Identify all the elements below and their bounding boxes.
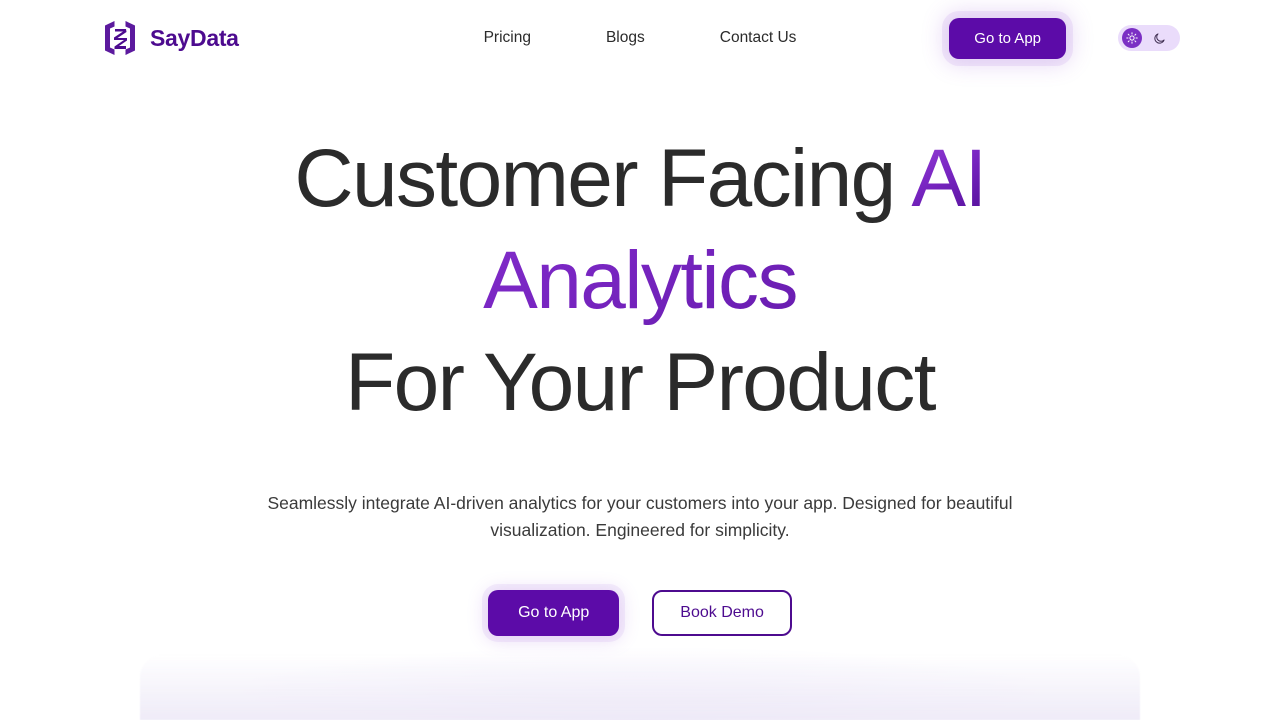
headline-accent-ai: AI <box>911 133 987 224</box>
headline-line-3: For Your Product <box>345 337 936 428</box>
hero-bottom-panel <box>140 655 1140 720</box>
hero-book-demo-button[interactable]: Book Demo <box>652 590 792 636</box>
headline-line-1-plain: Customer Facing <box>294 133 912 224</box>
hero-go-to-app-button[interactable]: Go to App <box>488 590 620 636</box>
header-go-to-app-button[interactable]: Go to App <box>949 17 1066 59</box>
saydata-bracket-s-logo-icon <box>100 18 140 58</box>
theme-toggle[interactable] <box>1118 25 1180 51</box>
headline-line-1: Customer Facing AI <box>0 128 1280 230</box>
hero-section: Customer Facing AI Analytics For Your Pr… <box>0 0 1280 636</box>
header-actions: Go to App <box>949 17 1180 59</box>
nav-item-blogs[interactable]: Blogs <box>606 29 645 47</box>
brand-logo[interactable]: SayData <box>100 18 239 58</box>
hero-subtitle: Seamlessly integrate AI-driven analytics… <box>267 493 1013 540</box>
hero-cta-row: Go to App Book Demo <box>488 590 792 636</box>
page-title: Customer Facing AI Analytics For Your Pr… <box>0 128 1280 434</box>
site-header: SayData Pricing Blogs Contact Us Go to A… <box>0 0 1280 76</box>
nav-item-contact-us[interactable]: Contact Us <box>720 29 797 47</box>
moon-icon[interactable] <box>1146 28 1172 48</box>
headline-accent-analytics: Analytics <box>0 230 1280 332</box>
sun-icon[interactable] <box>1122 28 1142 48</box>
brand-name: SayData <box>150 24 239 51</box>
nav-item-pricing[interactable]: Pricing <box>484 29 531 47</box>
